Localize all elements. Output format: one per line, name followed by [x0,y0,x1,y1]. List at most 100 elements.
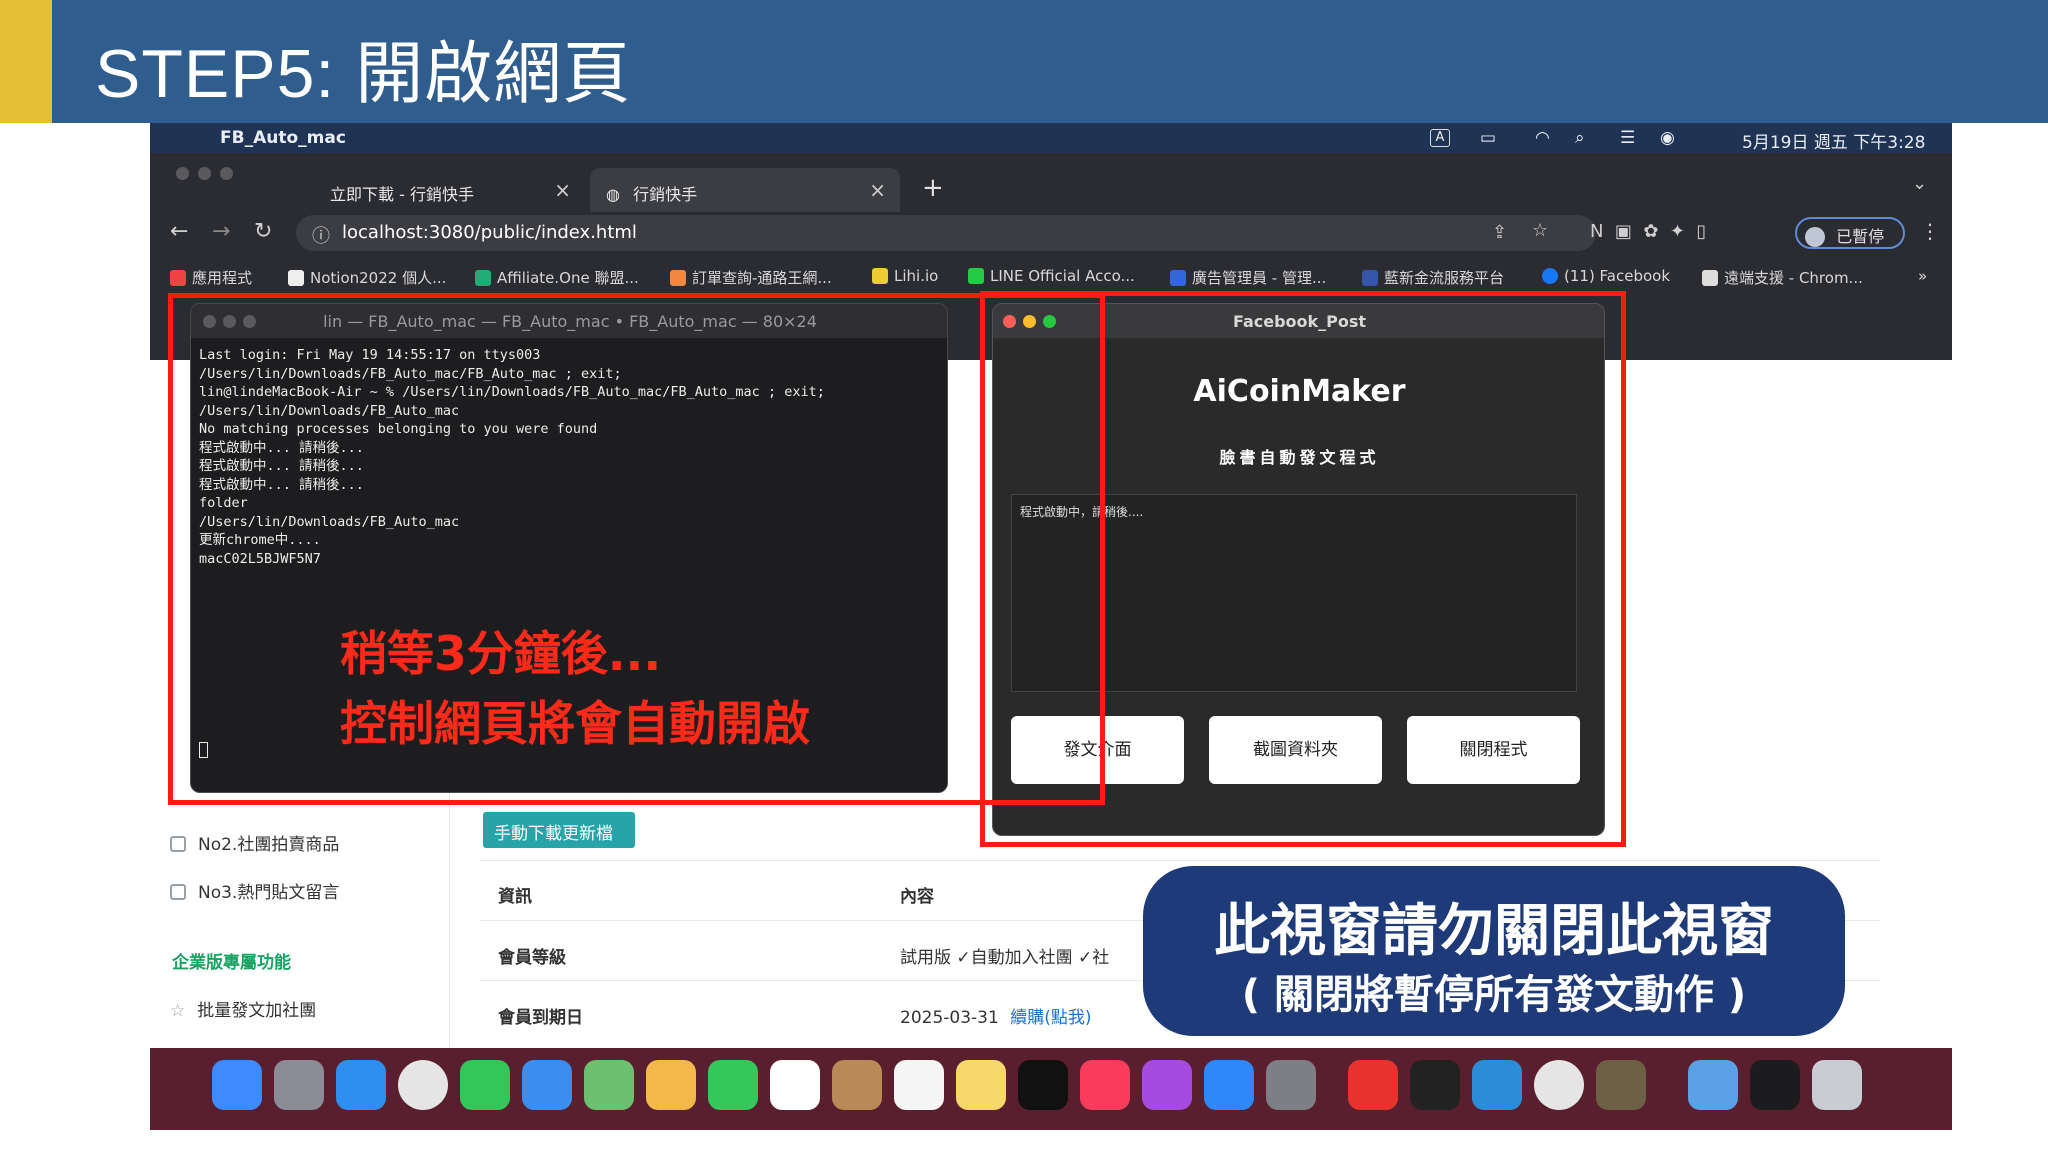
music-icon[interactable] [1080,1060,1130,1110]
new-tab-button[interactable]: + [922,173,944,203]
callout-main-text: 此視窗請勿關閉此視窗 [1214,899,1774,964]
launchpad-icon[interactable] [274,1060,324,1110]
bookmark-line[interactable]: LINE Official Acco... [968,267,1135,285]
star-icon: ☆ [170,1001,186,1021]
table-header: 資訊 [498,887,532,907]
app-icon[interactable] [1596,1060,1646,1110]
item-icon [170,884,186,900]
screen-window-icon[interactable] [1750,1060,1800,1110]
lihi-icon [872,268,888,284]
table-header: 內容 [900,887,934,907]
finder-icon[interactable] [212,1060,262,1110]
system-settings-icon[interactable] [1266,1060,1316,1110]
maps-icon[interactable] [584,1060,634,1110]
bookmark-ads-manager[interactable]: 廣告管理員 - 管理... [1170,267,1326,288]
sidebar-item-batch-post[interactable]: ☆ 批量發文加社團 [170,996,316,1021]
more-menu-icon[interactable]: ⋮ [1920,219,1940,243]
url-bar[interactable]: ⓘ localhost:3080/public/index.html ⇪ ☆ [296,215,1596,251]
sidebar-item-auction[interactable]: No2.社團拍賣商品 [170,830,339,855]
meta-icon [1170,270,1186,286]
podcasts-icon[interactable] [1142,1060,1192,1110]
wifi-icon[interactable]: ◠ [1535,128,1550,148]
notes-icon[interactable] [956,1060,1006,1110]
tab-active[interactable]: ◍ 行銷快手 × [590,168,900,212]
share-icon[interactable]: ⇪ [1492,222,1507,243]
bookmark-affiliate[interactable]: Affiliate.One 聯盟... [475,267,639,288]
bookmarks-bar: 應用程式 Notion2022 個人... Affiliate.One 聯盟..… [150,259,1952,293]
url-text: localhost:3080/public/index.html [342,222,637,243]
table-row-label: 會員等級 [498,948,566,968]
orders-icon [670,270,686,286]
forward-icon[interactable]: → [212,219,230,244]
calendar-icon[interactable] [770,1060,820,1110]
slide-title: STEP5: 開啟網頁 [95,36,632,112]
bookmark-facebook[interactable]: (11) Facebook [1542,267,1670,285]
line-icon [968,268,984,284]
terminal-highlight-frame [168,293,1105,805]
extension-icons[interactable]: N ▣ ✿ ✦ ▯ [1590,221,1706,242]
anydesk-icon[interactable] [1348,1060,1398,1110]
info-icon[interactable]: ⓘ [312,222,330,248]
apps-grid-icon [170,270,186,286]
manual-download-button[interactable]: 手動下載更新檔 [483,812,635,848]
bookmark-apps[interactable]: 應用程式 [170,267,252,288]
window-min-dot[interactable] [198,167,211,180]
star-icon[interactable]: ☆ [1532,220,1548,241]
battery-icon[interactable]: ▭ [1480,128,1496,148]
search-icon[interactable]: ⌕ [1575,128,1585,148]
input-source-icon[interactable]: A [1430,129,1450,147]
expiry-date: 2025-03-31 [900,1008,999,1028]
trash-icon[interactable] [1812,1060,1862,1110]
table-row-label: 會員到期日 [498,1008,583,1028]
chrome-icon[interactable] [1534,1060,1584,1110]
photos-icon[interactable] [646,1060,696,1110]
bookmark-orders[interactable]: 訂單查詢-通路王網... [670,267,832,288]
safari-icon[interactable] [336,1060,386,1110]
renew-link[interactable]: 續購(點我) [1010,1008,1091,1028]
close-icon[interactable]: × [554,178,571,202]
bookmark-newebpay[interactable]: 藍新金流服務平台 [1362,267,1504,288]
reminders-icon[interactable] [894,1060,944,1110]
remote-desktop-icon [1702,270,1718,286]
window-max-dot[interactable] [220,167,233,180]
table-row-value: 試用版 ✓自動加入社團 ✓社 [900,948,1110,968]
control-center-icon[interactable]: ☰ [1620,128,1635,148]
window-close-dot[interactable] [176,167,189,180]
menubar-app-name[interactable]: FB_Auto_mac [220,128,346,148]
contacts-icon[interactable] [832,1060,882,1110]
app-store-icon[interactable] [1204,1060,1254,1110]
bookmark-notion[interactable]: Notion2022 個人... [288,267,446,288]
siri-icon[interactable]: ◉ [1660,128,1675,148]
folder-icon[interactable] [1688,1060,1738,1110]
fb-window-highlight-frame [980,291,1626,847]
chevron-down-icon[interactable]: ⌄ [1912,173,1927,194]
vscode-icon[interactable] [1472,1060,1522,1110]
sidebar-section-title: 企業版專屬功能 [172,953,291,973]
profile-label: 已暫停 [1836,227,1885,246]
chrome-icon[interactable] [398,1060,448,1110]
close-icon[interactable]: × [869,178,886,202]
facetime-icon[interactable] [708,1060,758,1110]
reload-icon[interactable]: ↻ [254,219,272,244]
bookmark-remote[interactable]: 遠端支援 - Chrom... [1702,267,1863,288]
item-icon [170,836,186,852]
profile-chip[interactable]: 已暫停 [1795,217,1905,249]
affiliate-icon [475,270,491,286]
messages-icon[interactable] [460,1060,510,1110]
warning-callout: 此視窗請勿關閉此視窗 ( 關閉將暫停所有發文動作 ) [1143,866,1845,1036]
table-row-value: 2025-03-31 續購(點我) [900,1003,1091,1028]
menubar-datetime[interactable]: 5月19日 週五 下午3:28 [1742,128,1925,153]
sidebar-item-comments[interactable]: No3.熱門貼文留言 [170,878,339,903]
tab-download[interactable]: 立即下載 - 行銷快手 × [300,168,585,212]
mac-menubar: FB_Auto_mac A ▭ ◠ ⌕ ☰ ◉ 5月19日 週五 下午3:28 [150,123,1952,153]
facebook-icon [1542,268,1558,284]
table-divider [480,860,1880,861]
tab-label: 立即下載 - 行銷快手 [330,185,474,204]
apple-tv-icon[interactable] [1018,1060,1068,1110]
mail-icon[interactable] [522,1060,572,1110]
more-bookmarks-icon[interactable]: » [1918,267,1927,285]
back-icon[interactable]: ← [170,219,188,244]
terminal-icon[interactable] [1410,1060,1460,1110]
bookmark-lihi[interactable]: Lihi.io [872,267,938,285]
avatar [1805,227,1825,247]
